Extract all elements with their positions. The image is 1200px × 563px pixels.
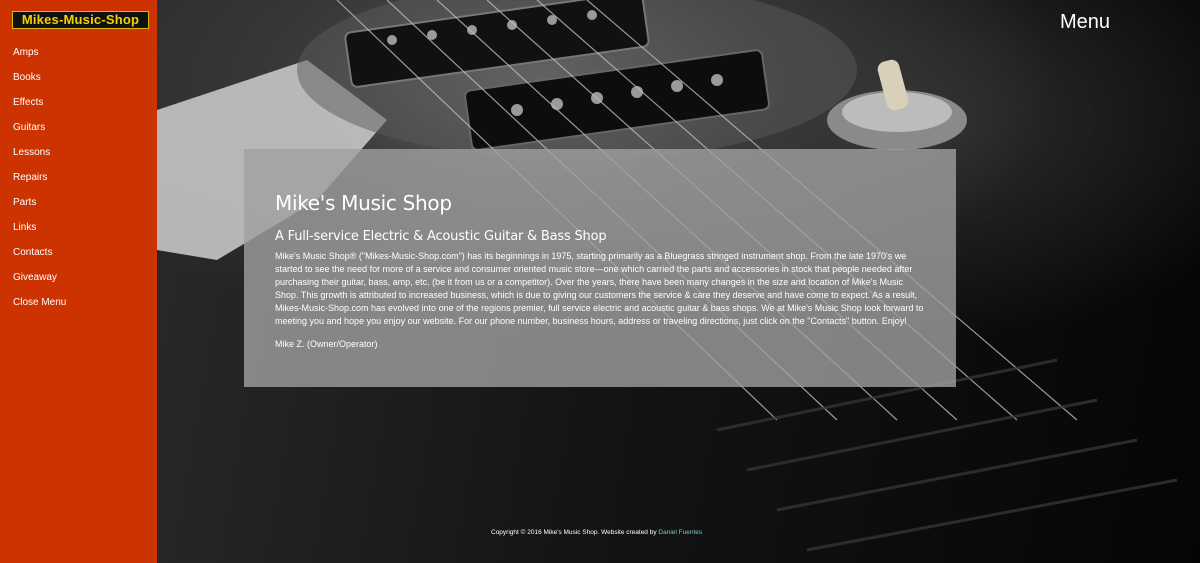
sidebar-item-contacts[interactable]: Contacts xyxy=(0,240,157,265)
sidebar-item-amps[interactable]: Amps xyxy=(0,40,157,65)
sidebar: Mikes-Music-Shop Amps Books Effects Guit… xyxy=(0,0,157,563)
intro-paragraph: Mike's Music Shop® ("Mikes-Music-Shop.co… xyxy=(275,251,924,326)
sidebar-item-effects[interactable]: Effects xyxy=(0,90,157,115)
sidebar-item-close-menu[interactable]: Close Menu xyxy=(0,290,157,315)
sidebar-item-lessons[interactable]: Lessons xyxy=(0,140,157,165)
sidebar-item-repairs[interactable]: Repairs xyxy=(0,165,157,190)
sidebar-item-links[interactable]: Links xyxy=(0,215,157,240)
page-title: Mike's Music Shop xyxy=(275,191,452,215)
sidebar-item-parts[interactable]: Parts xyxy=(0,190,157,215)
owner-signature: Mike Z. (Owner/Operator) xyxy=(275,339,378,350)
site-logo[interactable]: Mikes-Music-Shop xyxy=(12,11,149,29)
sidebar-nav: Amps Books Effects Guitars Lessons Repai… xyxy=(0,40,157,315)
menu-toggle-button[interactable]: Menu xyxy=(1060,11,1110,34)
page-subtitle: A Full-service Electric & Acoustic Guita… xyxy=(275,229,607,244)
content-card: Mike's Music Shop A Full-service Electri… xyxy=(244,149,956,387)
footer: Copyright © 2016 Mike's Music Shop. Webs… xyxy=(491,529,702,536)
footer-copyright: Copyright © 2016 Mike's Music Shop. Webs… xyxy=(491,529,657,536)
sidebar-item-giveaway[interactable]: Giveaway xyxy=(0,265,157,290)
sidebar-item-guitars[interactable]: Guitars xyxy=(0,115,157,140)
sidebar-item-books[interactable]: Books xyxy=(0,65,157,90)
footer-author-link[interactable]: Daniel Fuentes xyxy=(658,529,702,536)
